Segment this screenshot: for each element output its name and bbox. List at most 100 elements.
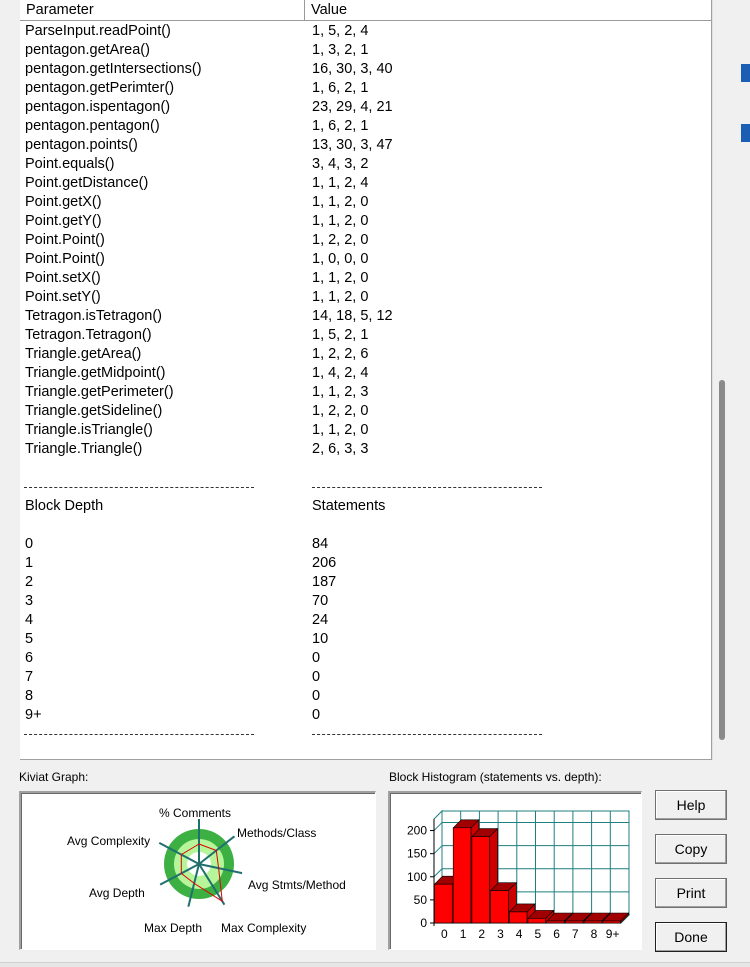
block-row[interactable]: 2 187 (20, 573, 711, 592)
block-header-row-param: Block Depth (25, 498, 104, 514)
method-row[interactable]: Triangle.isTriangle() 1, 1, 2, 0 (20, 421, 711, 440)
kiviat-graph-panel: % Comments Methods/Class Avg Stmts/Method M… (19, 791, 376, 950)
window-bottom-edge (0, 962, 750, 967)
method-row-param: Point.Point() (25, 251, 105, 267)
done-button[interactable]: Done (655, 922, 727, 952)
method-row-value: 1, 5, 2, 1 (312, 327, 369, 343)
method-row-value: 23, 29, 4, 21 (312, 99, 393, 115)
method-row-param: Tetragon.isTetragon() (25, 308, 163, 324)
method-row[interactable]: Triangle.getSideline() 1, 2, 2, 0 (20, 402, 711, 421)
copy-button[interactable]: Copy (655, 834, 727, 864)
method-row[interactable]: Tetragon.isTetragon() 14, 18, 5, 12 (20, 307, 711, 326)
method-row[interactable]: Point.setY() 1, 1, 2, 0 (20, 288, 711, 307)
method-row[interactable]: Triangle.getMidpoint() 1, 4, 2, 4 (20, 364, 711, 383)
method-row-value: 1, 3, 2, 1 (312, 42, 369, 58)
method-row-param: Point.equals() (25, 156, 115, 172)
background-window-edge (741, 64, 750, 82)
block-row-param: 3 (25, 593, 34, 609)
block-histogram-panel: 0 50 100 150 200 0 1 2 3 4 5 6 7 8 9+ (388, 791, 642, 950)
block-header-row-value: Statements (312, 498, 386, 514)
vertical-scrollbar[interactable] (712, 0, 729, 760)
block-row-value: 0 (312, 707, 321, 723)
column-header-value[interactable]: Value (305, 0, 711, 21)
histogram-bar (471, 836, 490, 924)
histogram-bar (452, 827, 472, 924)
block-row[interactable]: 70 (20, 668, 711, 687)
method-row[interactable]: Point.setX() 1, 1, 2, 0 (20, 269, 711, 288)
method-row[interactable]: pentagon.pentagon() 1, 6, 2, 1 (20, 117, 711, 136)
kiviat-axis-label: Avg Complexity (67, 834, 150, 848)
block-row-param: 5 (25, 631, 34, 647)
method-row-param: pentagon.ispentagon() (25, 99, 171, 115)
method-row-param: pentagon.getArea() (25, 42, 150, 58)
method-row-value: 1, 5, 2, 4 (312, 23, 369, 39)
histogram-y-tick-label: 100 (407, 870, 427, 884)
histogram-x-tick-label: 4 (516, 927, 523, 941)
histogram-bar (527, 918, 547, 924)
block-row-param: 2 (25, 574, 34, 590)
method-row[interactable]: Point.Point() 1, 0, 0, 0 (20, 250, 711, 269)
method-row[interactable]: Point.Point() 1, 2, 2, 0 (20, 231, 711, 250)
method-row-param: Triangle.isTriangle() (25, 422, 153, 438)
histogram-y-tick-label: 200 (407, 824, 427, 838)
block-row-param: 6 (25, 650, 34, 666)
method-row-value: 1, 1, 2, 3 (312, 384, 369, 400)
method-row[interactable]: pentagon.getIntersections() 16, 30, 3, 40 (20, 60, 711, 79)
separator-line (312, 487, 542, 488)
block-row[interactable]: 1 206 (20, 554, 711, 573)
separator-line (312, 734, 542, 735)
histogram-x-tick-label: 8 (591, 927, 598, 941)
histogram-bar (565, 920, 584, 924)
help-button[interactable]: Help (655, 790, 727, 820)
method-row-param: Triangle.Triangle() (25, 441, 143, 457)
block-row[interactable]: 4 24 (20, 611, 711, 630)
block-row[interactable]: 80 (20, 687, 711, 706)
method-row-value: 14, 18, 5, 12 (312, 308, 393, 324)
column-header-parameter[interactable]: Parameter (20, 0, 305, 21)
metrics-list[interactable]: Parameter Value ParseInput.readPoint() 1,… (20, 0, 712, 760)
method-row[interactable]: pentagon.getArea() 1, 3, 2, 1 (20, 41, 711, 60)
separator-line (24, 734, 254, 735)
print-button[interactable]: Print (655, 878, 727, 908)
method-row-param: Point.setY() (25, 289, 101, 305)
histogram-bar (490, 890, 509, 924)
method-row[interactable]: Triangle.Triangle() 2, 6, 3, 3 (20, 440, 711, 459)
list-header: Parameter Value (20, 0, 711, 21)
block-row-value: 206 (312, 555, 337, 571)
block-row-value: 10 (312, 631, 329, 647)
kiviat-axis-label: Avg Depth (89, 886, 145, 900)
method-row[interactable]: Point.getY() 1, 1, 2, 0 (20, 212, 711, 231)
method-row-param: Point.setX() (25, 270, 101, 286)
block-row[interactable]: 3 70 (20, 592, 711, 611)
scrollbar-thumb[interactable] (719, 380, 725, 740)
method-row[interactable]: Tetragon.Tetragon() 1, 5, 2, 1 (20, 326, 711, 345)
block-row[interactable]: 5 10 (20, 630, 711, 649)
method-row-value: 1, 2, 2, 6 (312, 346, 369, 362)
block-row-param: 7 (25, 669, 34, 685)
method-row[interactable]: ParseInput.readPoint() 1, 5, 2, 4 (20, 22, 711, 41)
kiviat-axis-label: % Comments (159, 806, 231, 820)
method-row-value: 3, 4, 3, 2 (312, 156, 369, 172)
method-row[interactable]: Point.getDistance() 1, 1, 2, 4 (20, 174, 711, 193)
method-row-value: 1, 0, 0, 0 (312, 251, 369, 267)
blank-row (20, 459, 711, 478)
block-row-param: 0 (25, 536, 34, 552)
method-row[interactable]: Point.equals() 3, 4, 3, 2 (20, 155, 711, 174)
block-row[interactable]: 9+ 0 (20, 706, 711, 725)
method-row[interactable]: pentagon.points() 13, 30, 3, 47 (20, 136, 711, 155)
block-row[interactable]: 0 84 (20, 535, 711, 554)
method-row-value: 16, 30, 3, 40 (312, 61, 393, 77)
method-row[interactable]: Triangle.getArea() 1, 2, 2, 6 (20, 345, 711, 364)
method-row-param: Point.getX() (25, 194, 102, 210)
method-row-param: Triangle.getMidpoint() (25, 365, 166, 381)
block-row[interactable]: 60 (20, 649, 711, 668)
method-row[interactable]: pentagon.ispentagon() 23, 29, 4, 21 (20, 98, 711, 117)
block-header-row[interactable]: Block Depth Statements (20, 497, 711, 516)
method-row[interactable]: Triangle.getPerimeter() 1, 1, 2, 3 (20, 383, 711, 402)
method-row-value: 1, 1, 2, 0 (312, 194, 369, 210)
method-row-value: 1, 4, 2, 4 (312, 365, 369, 381)
method-row[interactable]: pentagon.getPerimter() 1, 6, 2, 1 (20, 79, 711, 98)
separator-row (20, 725, 711, 744)
method-row-param: Tetragon.Tetragon() (25, 327, 152, 343)
method-row[interactable]: Point.getX() 1, 1, 2, 0 (20, 193, 711, 212)
